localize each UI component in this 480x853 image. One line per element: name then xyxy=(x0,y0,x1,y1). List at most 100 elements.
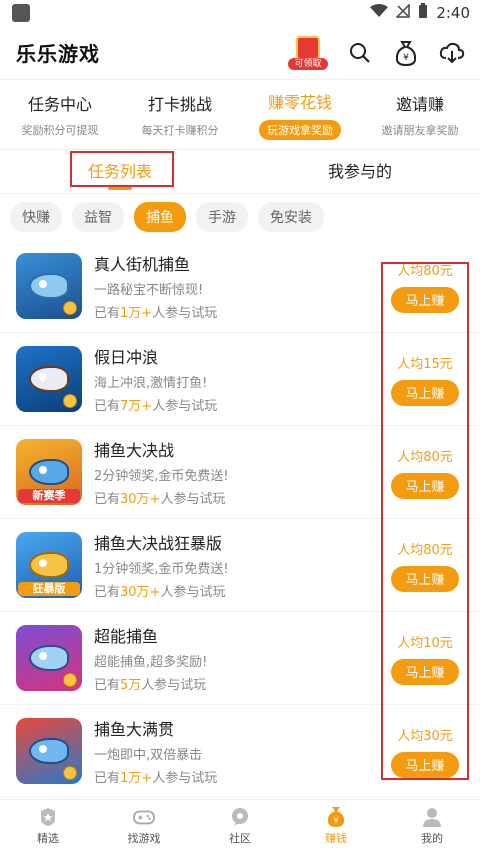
app-header: 乐乐游戏 可领取 ¥ xyxy=(0,26,480,80)
stats-prefix: 已有 xyxy=(94,306,121,321)
earn-now-button[interactable]: 马上赚 xyxy=(391,658,459,685)
earn-now-button[interactable]: 马上赚 xyxy=(391,472,459,499)
cloud-download-icon xyxy=(439,42,465,63)
nav-profile[interactable]: 我的 xyxy=(384,800,480,853)
download-button[interactable] xyxy=(438,39,466,67)
game-stats: 已有7万+人参与试玩 xyxy=(94,395,386,414)
tab-invite-earn[interactable]: 邀请赚 邀请朋友拿奖励 xyxy=(360,80,480,149)
tab-title: 邀请赚 xyxy=(395,95,444,114)
coin-icon xyxy=(63,394,77,408)
stats-prefix: 已有 xyxy=(94,585,121,600)
list-item[interactable]: 捕鱼大满贯 一炮即中,双倍暴击 已有1万+人参与试玩 人均30元 马上赚 xyxy=(0,705,480,798)
gamepad-icon xyxy=(133,807,155,827)
game-name: 真人街机捕鱼 xyxy=(94,255,191,274)
game-icon xyxy=(16,346,82,412)
svg-text:¥: ¥ xyxy=(333,816,338,825)
chip-fishing[interactable]: 捕鱼 xyxy=(134,202,186,232)
reward-amount: 人均80元 xyxy=(397,263,453,279)
bottom-nav: 精选 找游戏 社区 ¥ 赚钱 我的 xyxy=(0,799,480,853)
nav-featured[interactable]: 精选 xyxy=(0,800,96,853)
stats-suffix: 人参与试玩 xyxy=(141,678,207,693)
tab-title: 打卡挑战 xyxy=(147,95,212,114)
tab-subtitle: 玩游戏拿奖励 xyxy=(259,120,341,140)
redpack-label: 可领取 xyxy=(288,57,328,70)
signal-off-icon xyxy=(395,3,411,22)
shark-icon xyxy=(29,645,69,671)
game-stats: 已有30万+人参与试玩 xyxy=(94,488,386,507)
tab-my-participation[interactable]: 我参与的 xyxy=(240,150,480,194)
wallet-button[interactable]: ¥ xyxy=(392,39,420,67)
stats-prefix: 已有 xyxy=(94,771,121,786)
earn-now-button[interactable]: 马上赚 xyxy=(391,565,459,592)
star-icon xyxy=(37,807,59,827)
reward-amount: 人均15元 xyxy=(397,356,453,372)
earn-now-button[interactable]: 马上赚 xyxy=(391,286,459,313)
nav-label: 找游戏 xyxy=(127,832,161,845)
shark-icon xyxy=(29,552,69,578)
tab-title: 任务中心 xyxy=(27,95,92,114)
earn-now-button[interactable]: 马上赚 xyxy=(391,379,459,406)
list-item[interactable]: 狂暴版 捕鱼大决战狂暴版 1分钟领奖,金币免费送! 已有30万+人参与试玩 人均… xyxy=(0,519,480,612)
nav-label: 精选 xyxy=(37,832,59,845)
game-icon: 新赛季 xyxy=(16,439,82,505)
chip-mobile-games[interactable]: 手游 xyxy=(196,202,248,232)
search-button[interactable] xyxy=(346,39,374,67)
chip-puzzle[interactable]: 益智 xyxy=(72,202,124,232)
game-description: 一炮即中,双倍暴击 xyxy=(94,748,203,763)
list-item[interactable]: 新赛季 捕鱼大决战 2分钟领奖,金币免费送! 已有30万+人参与试玩 人均80元… xyxy=(0,426,480,519)
app-title: 乐乐游戏 xyxy=(16,42,100,66)
game-icon: 狂暴版 xyxy=(16,532,82,598)
stats-suffix: 人参与试玩 xyxy=(152,771,218,786)
wifi-icon xyxy=(370,4,389,22)
tab-subtitle: 邀请朋友拿奖励 xyxy=(381,124,459,137)
nav-find-games[interactable]: 找游戏 xyxy=(96,800,192,853)
game-description: 超能捕鱼,超多奖励! xyxy=(94,655,208,670)
game-list: 真人街机捕鱼 一路秘宝不断惊现! 已有1万+人参与试玩 人均80元 马上赚 假日… xyxy=(0,240,480,798)
list-item[interactable]: 超能捕鱼 超能捕鱼,超多奖励! 已有5万人参与试玩 人均10元 马上赚 xyxy=(0,612,480,705)
sub-tabs: 任务列表 我参与的 xyxy=(0,150,480,194)
tab-checkin-challenge[interactable]: 打卡挑战 每天打卡赚积分 xyxy=(120,80,240,149)
redpack-button[interactable]: 可领取 xyxy=(288,35,328,70)
chat-icon xyxy=(229,807,251,827)
tab-task-list[interactable]: 任务列表 xyxy=(0,150,240,194)
shark-icon xyxy=(29,459,69,485)
stats-suffix: 人参与试玩 xyxy=(152,399,218,414)
stats-suffix: 人参与试玩 xyxy=(160,585,226,600)
game-name: 超能捕鱼 xyxy=(94,627,159,646)
user-icon xyxy=(421,807,443,827)
coin-icon xyxy=(63,301,77,315)
status-time: 2:40 xyxy=(436,4,470,22)
game-name: 捕鱼大满贯 xyxy=(94,720,175,739)
tab-task-center[interactable]: 任务中心 奖励积分可提现 xyxy=(0,80,120,149)
game-icon xyxy=(16,718,82,784)
participant-count: 7万+ xyxy=(120,399,153,414)
list-item[interactable]: 假日冲浪 海上冲浪,激情打鱼! 已有7万+人参与试玩 人均15元 马上赚 xyxy=(0,333,480,426)
redpack-icon xyxy=(296,35,320,60)
tab-earn-pocket-money[interactable]: 赚零花钱 玩游戏拿奖励 xyxy=(240,80,360,149)
fish-icon xyxy=(29,273,69,299)
tab-subtitle: 每天打卡赚积分 xyxy=(141,124,219,137)
reward-amount: 人均80元 xyxy=(397,449,453,465)
stats-prefix: 已有 xyxy=(94,492,121,507)
list-item[interactable]: 真人街机捕鱼 一路秘宝不断惊现! 已有1万+人参与试玩 人均80元 马上赚 xyxy=(0,240,480,333)
chip-no-install[interactable]: 免安装 xyxy=(258,202,324,232)
reward-amount: 人均30元 xyxy=(397,728,453,744)
nav-earn[interactable]: ¥ 赚钱 xyxy=(288,800,384,853)
reward-amount: 人均80元 xyxy=(397,542,453,558)
active-tab-indicator xyxy=(108,186,132,190)
game-icon xyxy=(16,625,82,691)
nav-community[interactable]: 社区 xyxy=(192,800,288,853)
game-icon xyxy=(16,253,82,319)
game-badge: 狂暴版 xyxy=(18,582,80,596)
participant-count: 1万+ xyxy=(120,306,153,321)
reward-amount: 人均10元 xyxy=(397,635,453,651)
status-bar: 2:40 xyxy=(0,0,480,26)
earn-now-button[interactable]: 马上赚 xyxy=(391,751,459,778)
battery-icon xyxy=(418,3,428,23)
participant-count: 30万+ xyxy=(120,492,161,507)
shark-icon xyxy=(29,738,69,764)
nav-label: 我的 xyxy=(421,832,443,845)
chip-quick-earn[interactable]: 快赚 xyxy=(10,202,62,232)
game-name: 捕鱼大决战狂暴版 xyxy=(94,534,223,553)
nav-label: 赚钱 xyxy=(325,832,347,845)
